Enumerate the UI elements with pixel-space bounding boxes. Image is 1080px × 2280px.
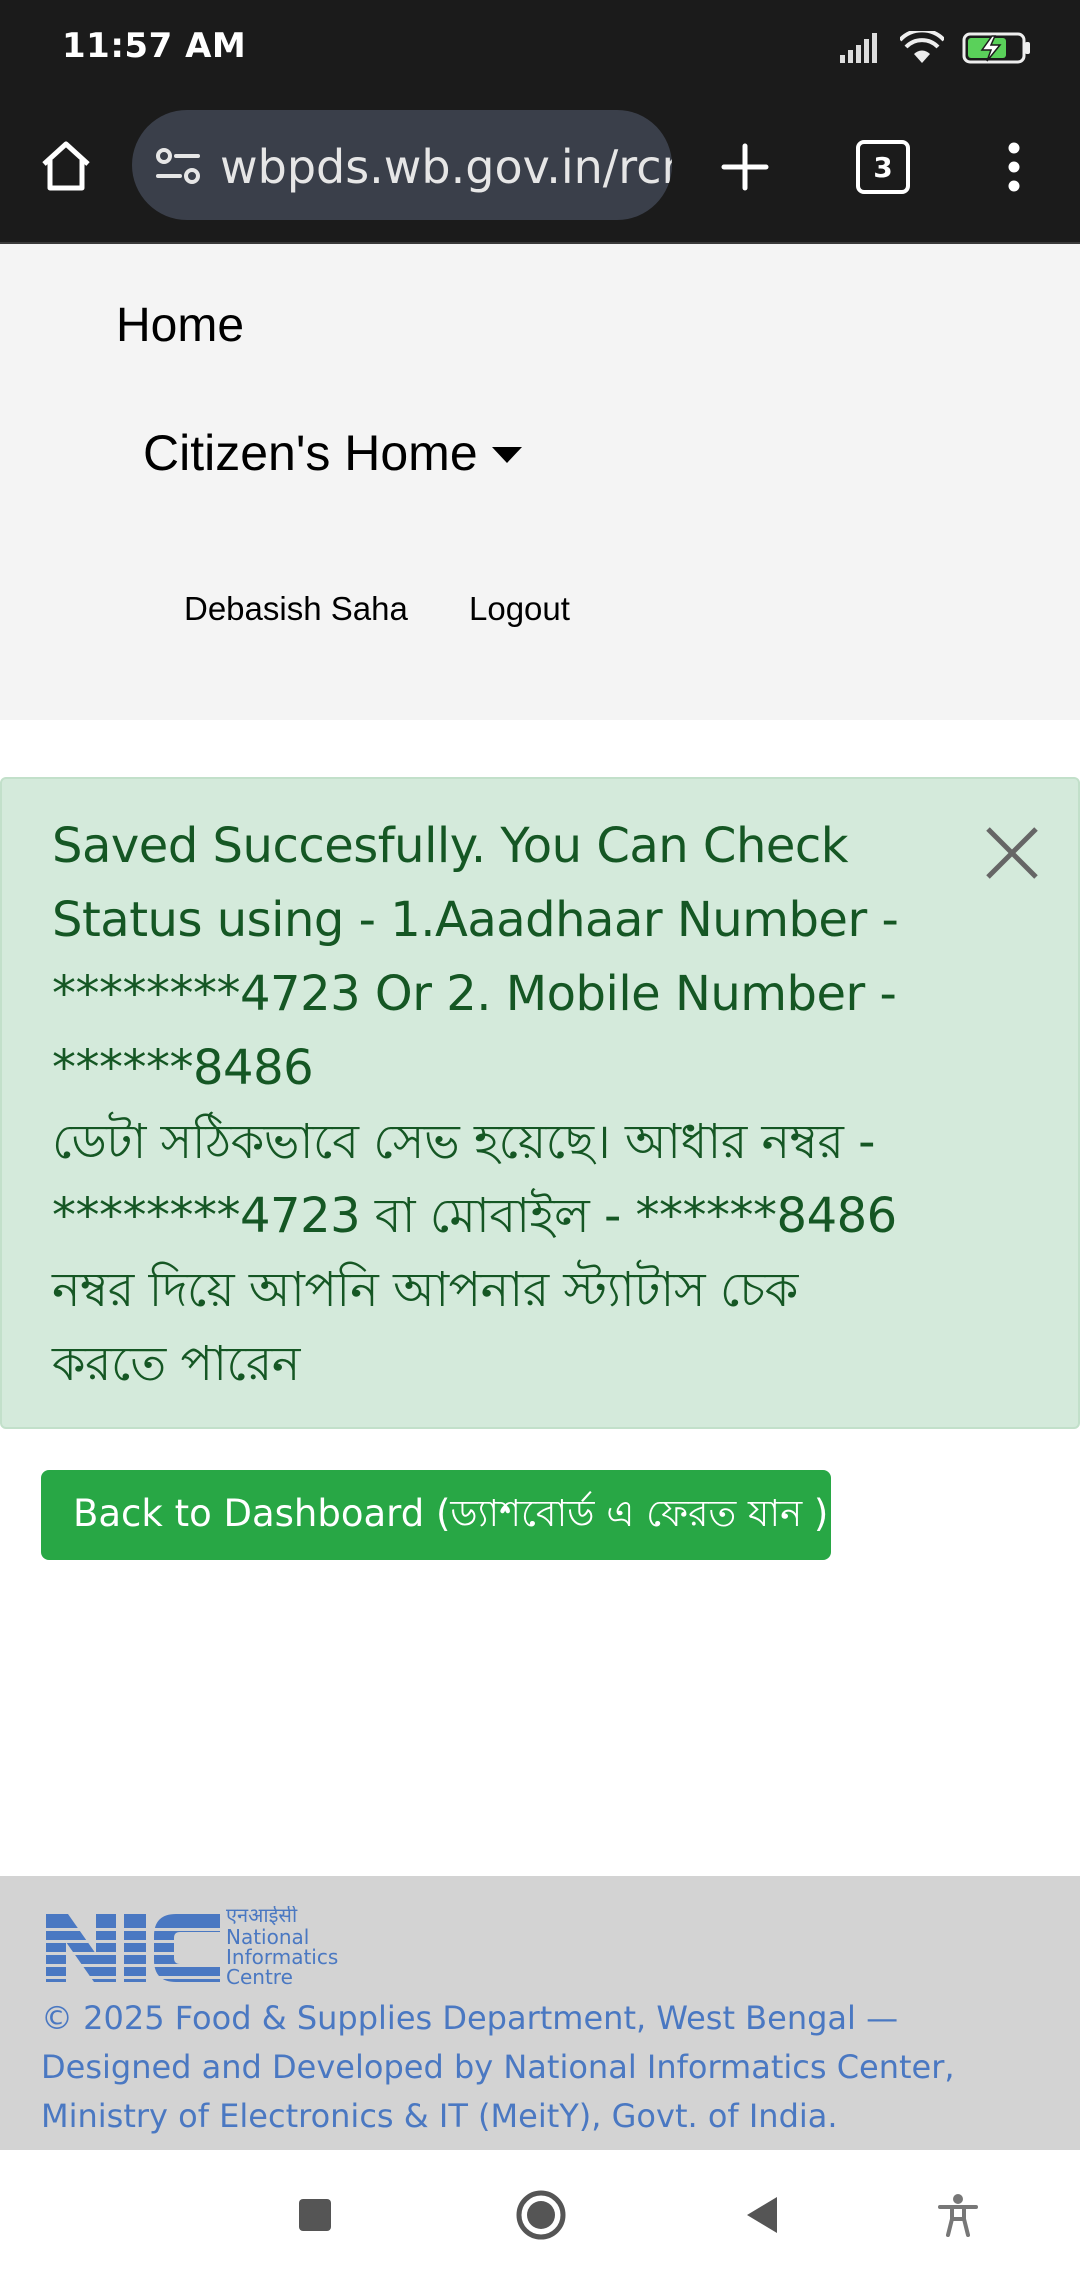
alert-line: Status using - 1.Aaadhaar Number - [52, 892, 899, 948]
nav-citizen-home-dropdown[interactable]: Citizen's Home [143, 424, 522, 482]
success-alert: Saved Succesfully. You Can Check Status … [0, 777, 1080, 1429]
alert-line-bn: ডেটা সঠিকভাবে সেভ হয়েছে। আধার নম্বর - [52, 1114, 875, 1170]
url-text: wbpds.wb.gov.in/rcm [220, 140, 672, 194]
system-navigation-bar [0, 2150, 1080, 2280]
accessibility-icon[interactable] [936, 2190, 980, 2240]
signal-icon [840, 33, 877, 63]
tab-switcher-icon[interactable]: 3 [852, 136, 914, 198]
alert-line: ******8486 [52, 1040, 314, 1096]
site-navigation: Home Citizen's Home Debasish Saha Logout [0, 244, 1080, 720]
back-to-dashboard-button[interactable]: Back to Dashboard (ড্যাশবোর্ড এ ফেরত যান… [41, 1470, 831, 1560]
url-bar[interactable]: wbpds.wb.gov.in/rcm [132, 110, 672, 220]
status-time: 11:57 AM [62, 26, 247, 66]
tab-count: 3 [856, 140, 910, 194]
nav-citizen-home-label: Citizen's Home [143, 425, 478, 481]
nav-home-link[interactable]: Home [116, 298, 244, 353]
browser-toolbar: wbpds.wb.gov.in/rcm 3 [0, 96, 1080, 244]
battery-charging-icon [962, 32, 1030, 64]
wifi-icon [900, 31, 944, 63]
status-bar: 11:57 AM [0, 0, 1080, 96]
more-menu-icon[interactable] [990, 136, 1038, 198]
alert-line-bn: ********4723 বা মোবাইল - ******8486 [52, 1188, 897, 1244]
alert-line-bn: করতে পারেন [52, 1336, 300, 1392]
home-circle-icon[interactable] [513, 2190, 569, 2240]
nic-logo-hindi: एनआईसी [226, 1906, 298, 1927]
recents-icon[interactable] [295, 2190, 335, 2240]
alert-line: Saved Succesfully. You Can Check [52, 818, 849, 874]
alert-message: Saved Succesfully. You Can Check Status … [52, 809, 932, 1401]
footer-copyright: © 2025 Food & Supplies Department, West … [41, 1999, 955, 2135]
footer: एनआईसी National Informatics Centre © 202… [0, 1876, 1080, 2150]
alert-line: ********4723 Or 2. Mobile Number - [52, 966, 897, 1022]
status-icons [838, 28, 1032, 68]
new-tab-icon[interactable] [714, 136, 776, 198]
site-info-icon[interactable] [154, 146, 202, 186]
nic-logo-line: Centre [226, 1965, 293, 1986]
back-icon[interactable] [740, 2190, 784, 2240]
alert-line-bn: নম্বর দিয়ে আপনি আপনার স্ট্যাটাস চেক [52, 1262, 798, 1318]
nav-user-name[interactable]: Debasish Saha [184, 590, 408, 628]
nav-logout-link[interactable]: Logout [469, 590, 570, 628]
close-icon[interactable] [982, 823, 1042, 883]
home-icon[interactable] [34, 134, 98, 198]
nic-logo: एनआईसी National Informatics Centre [44, 1906, 338, 1986]
caret-down-icon [491, 447, 522, 463]
